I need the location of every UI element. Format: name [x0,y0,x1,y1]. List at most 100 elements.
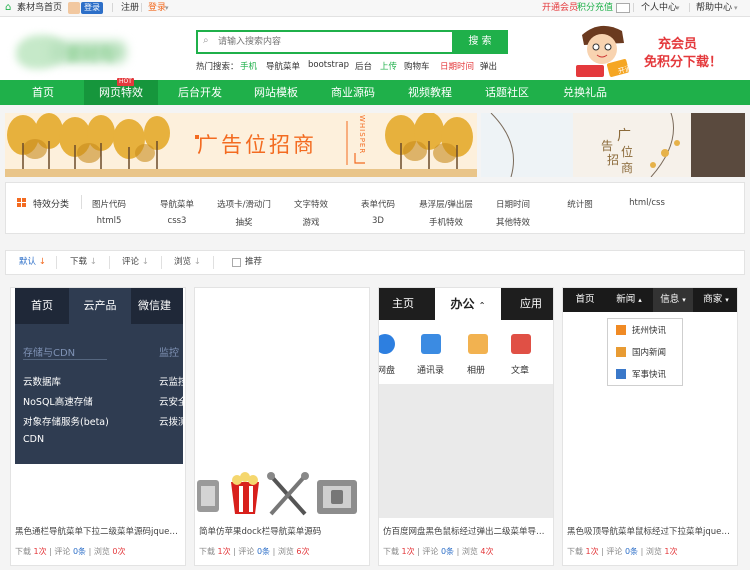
preview-item: 云安全 [159,397,185,408]
category-item[interactable]: 手机特效 [429,216,463,228]
category-item[interactable]: 导航菜单 [160,198,194,210]
card-thumbnail[interactable]: 首页 新闻 ▴ 信息 ▾ 商家 ▾ 抚州快讯 国内新闻 军事快讯 [563,288,737,518]
login-badge[interactable]: 登录 [81,2,103,14]
preview-tab: 信息 ▾ [653,288,693,312]
arrow-down-icon: ↓ [141,257,149,267]
card-title[interactable]: 仿百度网盘黑色鼠标经过弹出二级菜单导航... [383,525,549,537]
dock-illustration [197,472,357,516]
preview-icon-label: 通讯录 [417,366,445,376]
grid-icon [17,198,26,207]
divider [56,256,57,269]
hot-search-item[interactable]: 后台 [355,60,372,72]
preview-item: CDN [23,434,45,445]
category-item[interactable]: 文字特效 [294,198,328,210]
ad-char: 商 [621,161,634,175]
site-logo[interactable]: 素材鸟 [16,29,136,71]
ad-banner-left[interactable]: 广告位招商 WHISPER [5,113,477,177]
card-stats: 下载 1次 | 评论 0条 | 浏览 1次 [567,547,678,556]
mail-icon[interactable] [616,3,630,13]
promo-line1: 充会员 [658,37,698,52]
category-item[interactable]: html/css [629,198,665,208]
category-item[interactable]: 3D [372,216,384,226]
ad-text: 广告位招商 [197,133,317,157]
category-item[interactable]: 悬浮层/弹出层 [419,198,473,210]
hot-search-item[interactable]: 导航菜单 [266,60,300,72]
sort-default[interactable]: 默认 ↓ [19,251,46,274]
nav-item-gifts[interactable]: 兑换礼品 [555,80,615,105]
nav-item-community[interactable]: 话题社区 [477,80,537,105]
preview-item: 云监控 [159,377,185,388]
effect-card[interactable]: 简单仿苹果dock栏导航菜单源码 下载 1次 | 评论 0条 | 浏览 6次 [194,287,370,566]
home-link[interactable]: 素材鸟首页 [17,0,62,16]
nav-item-video[interactable]: 视频教程 [400,80,460,105]
preview-item: 对象存储服务(beta) [23,417,109,428]
effect-card[interactable]: 首页 新闻 ▴ 信息 ▾ 商家 ▾ 抚州快讯 国内新闻 军事快讯 黑色吸顶导航菜… [562,287,738,566]
hot-search-item[interactable]: 手机 [240,60,257,72]
chevron-down-icon: ▾ [165,4,169,12]
ad-banner[interactable]: 广告位招商 WHISPER 广 告 位 招 商 [0,105,750,181]
recommend-checkbox[interactable] [232,258,241,267]
register-link[interactable]: 注册 [121,0,139,16]
effect-card[interactable]: 主页 办公 ⌃ 应用 网盘 通讯录 相册 文章 仿百度网盘黑色鼠标经过弹出二级菜… [378,287,554,566]
top-bar: ⌂ 素材鸟首页 登录 | 注册 | 登录 ▾ 开通会员 积分充值 | 个人中心 … [0,0,750,17]
hot-search-item[interactable]: 购物车 [404,60,430,72]
effect-card[interactable]: 首页 云产品 微信建 存储与CDN 监控 云数据库 NoSQL高速存储 对象存储… [10,287,186,566]
preview-item: NoSQL高速存储 [23,397,93,408]
vip-promo[interactable]: 开通 充会员 免积分下载！ [570,21,742,79]
ad-whisper-text: WHISPER [358,115,366,155]
hot-search-label: 热门搜索： [196,62,239,72]
category-item[interactable]: 游戏 [302,216,319,228]
login-link[interactable]: 登录 [148,0,166,16]
hot-search-item[interactable]: bootstrap [308,60,349,70]
avatar-icon [68,2,80,14]
category-panel: 特效分类 图片代码 导航菜单 选项卡/滑动门 文字特效 表单代码 悬浮层/弹出层… [5,182,745,234]
hot-search-item[interactable]: 弹出 [480,60,497,72]
hot-search-item[interactable]: 上传 [380,60,397,72]
divider: | [111,3,115,13]
category-item[interactable]: html5 [97,216,122,226]
divider [109,256,110,269]
category-item[interactable]: 表单代码 [361,198,395,210]
card-thumbnail[interactable]: 首页 云产品 微信建 存储与CDN 监控 云数据库 NoSQL高速存储 对象存储… [11,288,185,518]
rss-icon [616,325,626,335]
category-item[interactable]: 选项卡/滑动门 [217,198,271,210]
search-input[interactable] [218,33,448,51]
divider [213,256,214,269]
card-title[interactable]: 简单仿苹果dock栏导航菜单源码 [199,525,365,537]
nav-item-source[interactable]: 商业源码 [323,80,383,105]
nav-item-templates[interactable]: 网站模板 [246,80,306,105]
preview-tab: 办公 ⌃ [435,288,501,320]
card-thumbnail[interactable]: 主页 办公 ⌃ 应用 网盘 通讯录 相册 文章 [379,288,553,518]
category-item[interactable]: 其他特效 [496,216,530,228]
card-title[interactable]: 黑色吸顶导航菜单鼠标经过下拉菜单jquery... [567,525,733,537]
sort-comments[interactable]: 评论 ↓ [122,251,149,274]
nav-item-backend[interactable]: 后台开发 [170,80,230,105]
category-item[interactable]: 图片代码 [92,198,126,210]
preview-icon-label: 文章 [511,366,530,376]
preview-tab: 主页 [392,297,414,310]
help-center-link[interactable]: 帮助中心 [696,0,732,16]
preview-tab: 微信建 [138,299,171,312]
category-item[interactable]: 统计图 [567,198,593,210]
card-title[interactable]: 黑色通栏导航菜单下拉二级菜单源码jquery... [15,525,181,537]
nav-item-home[interactable]: 首页 [14,80,72,105]
card-thumbnail[interactable] [195,288,369,518]
vip-link[interactable]: 开通会员 [542,0,578,16]
news-icon [616,347,626,357]
home-icon[interactable]: ⌂ [5,0,11,16]
preview-icon-label: 相册 [467,366,486,376]
preview-tab: 新闻 ▴ [616,294,642,305]
category-item[interactable]: css3 [168,216,187,226]
preview-section: 监控 [159,348,179,359]
hot-search-item[interactable]: 日期时间 [440,60,474,72]
category-item[interactable]: 日期时间 [496,198,530,210]
ad-banner-right[interactable]: 广 告 位 招 商 [481,113,745,177]
sort-downloads[interactable]: 下载 ↓ [70,251,97,274]
arrow-down-icon: ↓ [38,257,46,267]
search-button[interactable]: 搜 索 [452,32,508,52]
category-item[interactable]: 抽奖 [235,216,252,228]
recharge-link[interactable]: 积分充值 [577,0,613,16]
hot-search: 热门搜索： [196,60,239,72]
user-center-link[interactable]: 个人中心 [641,0,677,16]
sort-views[interactable]: 浏览 ↓ [174,251,201,274]
